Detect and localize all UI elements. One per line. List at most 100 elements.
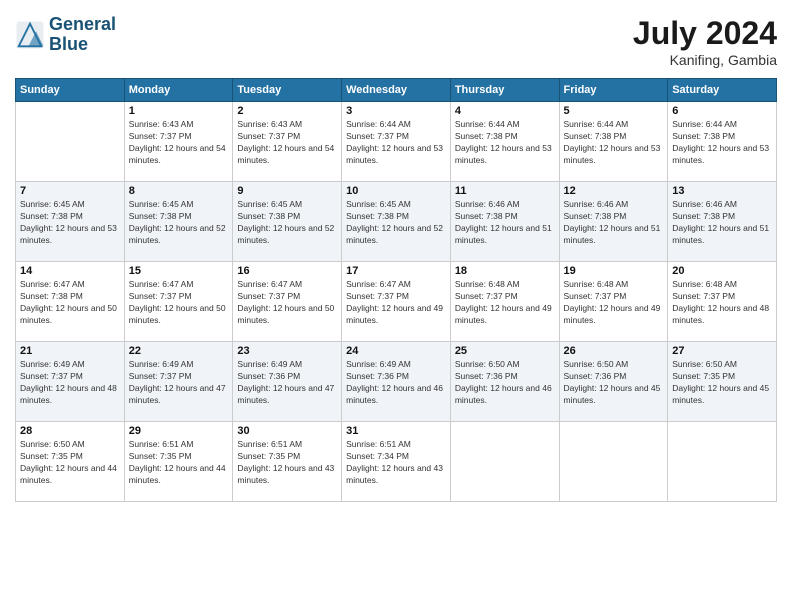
calendar-cell: 3 Sunrise: 6:44 AM Sunset: 7:37 PM Daylig… <box>342 102 451 182</box>
calendar-cell: 23 Sunrise: 6:49 AM Sunset: 7:36 PM Dayli… <box>233 342 342 422</box>
calendar-cell: 31 Sunrise: 6:51 AM Sunset: 7:34 PM Dayli… <box>342 422 451 502</box>
day-number: 6 <box>672 105 772 117</box>
day-number: 31 <box>346 425 446 437</box>
day-info: Sunrise: 6:51 AM Sunset: 7:35 PM Dayligh… <box>237 439 337 487</box>
day-number: 16 <box>237 265 337 277</box>
day-header-tuesday: Tuesday <box>233 79 342 102</box>
month-year: July 2024 <box>633 15 777 52</box>
day-number: 9 <box>237 185 337 197</box>
day-number: 1 <box>129 105 229 117</box>
day-info: Sunrise: 6:50 AM Sunset: 7:36 PM Dayligh… <box>455 359 555 407</box>
day-number: 21 <box>20 345 120 357</box>
day-info: Sunrise: 6:48 AM Sunset: 7:37 PM Dayligh… <box>564 279 664 327</box>
day-header-friday: Friday <box>559 79 668 102</box>
calendar-cell: 29 Sunrise: 6:51 AM Sunset: 7:35 PM Dayli… <box>124 422 233 502</box>
calendar-table: SundayMondayTuesdayWednesdayThursdayFrid… <box>15 78 777 502</box>
day-number: 2 <box>237 105 337 117</box>
calendar-cell <box>668 422 777 502</box>
calendar-cell: 21 Sunrise: 6:49 AM Sunset: 7:37 PM Dayli… <box>16 342 125 422</box>
day-header-sunday: Sunday <box>16 79 125 102</box>
calendar-cell: 1Sunrise: 6:43 AM Sunset: 7:37 PM Daylig… <box>124 102 233 182</box>
calendar-cell: 17Sunrise: 6:47 AM Sunset: 7:37 PM Dayli… <box>342 262 451 342</box>
logo-icon <box>15 20 45 50</box>
logo-line1: General <box>49 15 116 35</box>
week-row-1: 1 Sunrise: 6:43 AM Sunset: 7:37 PM Daylig… <box>16 102 777 182</box>
day-number: 20 <box>672 265 772 277</box>
day-info: Sunrise: 6:45 AM Sunset: 7:38 PM Dayligh… <box>237 199 337 247</box>
day-info: Sunrise: 6:49 AM Sunset: 7:37 PM Dayligh… <box>129 359 229 407</box>
day-number: 11 <box>455 185 555 197</box>
day-info: Sunrise: 6:51 AM Sunset: 7:35 PM Dayligh… <box>129 439 229 487</box>
day-number: 22 <box>129 345 229 357</box>
week-row-5: 28Sunrise: 6:50 AM Sunset: 7:35 PM Dayli… <box>16 422 777 502</box>
day-number: 4 <box>455 105 555 117</box>
day-number: 14 <box>20 265 120 277</box>
day-info: Sunrise: 6:44 AM Sunset: 7:38 PM Dayligh… <box>455 119 555 167</box>
day-info: Sunrise: 6:46 AM Sunset: 7:38 PM Dayligh… <box>564 199 664 247</box>
calendar-cell: 2 Sunrise: 6:43 AM Sunset: 7:37 PM Daylig… <box>233 102 342 182</box>
calendar-cell: 7 Sunrise: 6:45 AM Sunset: 7:38 PM Daylig… <box>16 182 125 262</box>
logo: General Blue <box>15 15 116 55</box>
header: General Blue July 2024 Kanifing, Gambia <box>15 15 777 68</box>
day-info: Sunrise: 6:44 AM Sunset: 7:38 PM Dayligh… <box>564 119 664 167</box>
day-info: Sunrise: 6:47 AM Sunset: 7:37 PM Dayligh… <box>129 279 229 327</box>
day-number: 18 <box>455 265 555 277</box>
week-row-3: 14 Sunrise: 6:47 AM Sunset: 7:38 PM Dayli… <box>16 262 777 342</box>
day-header-wednesday: Wednesday <box>342 79 451 102</box>
calendar-cell: 11 Sunrise: 6:46 AM Sunset: 7:38 PM Dayli… <box>450 182 559 262</box>
calendar-cell: 12 Sunrise: 6:46 AM Sunset: 7:38 PM Dayli… <box>559 182 668 262</box>
day-number: 8 <box>129 185 229 197</box>
day-header-monday: Monday <box>124 79 233 102</box>
calendar-cell: 20 Sunrise: 6:48 AM Sunset: 7:37 PM Dayli… <box>668 262 777 342</box>
calendar-cell: 15 Sunrise: 6:47 AM Sunset: 7:37 PM Dayli… <box>124 262 233 342</box>
day-number: 29 <box>129 425 229 437</box>
title-section: July 2024 Kanifing, Gambia <box>633 15 777 68</box>
day-number: 3 <box>346 105 446 117</box>
calendar-cell: 6Sunrise: 6:44 AM Sunset: 7:38 PM Daylig… <box>668 102 777 182</box>
location: Kanifing, Gambia <box>633 52 777 68</box>
calendar-cell: 16Sunrise: 6:47 AM Sunset: 7:37 PM Dayli… <box>233 262 342 342</box>
day-info: Sunrise: 6:49 AM Sunset: 7:36 PM Dayligh… <box>237 359 337 407</box>
day-number: 25 <box>455 345 555 357</box>
day-info: Sunrise: 6:44 AM Sunset: 7:37 PM Dayligh… <box>346 119 446 167</box>
day-number: 10 <box>346 185 446 197</box>
day-number: 23 <box>237 345 337 357</box>
day-info: Sunrise: 6:47 AM Sunset: 7:38 PM Dayligh… <box>20 279 120 327</box>
day-number: 19 <box>564 265 664 277</box>
calendar-cell: 30 Sunrise: 6:51 AM Sunset: 7:35 PM Dayli… <box>233 422 342 502</box>
calendar-cell: 13Sunrise: 6:46 AM Sunset: 7:38 PM Dayli… <box>668 182 777 262</box>
day-number: 5 <box>564 105 664 117</box>
logo-line2: Blue <box>49 35 116 55</box>
day-info: Sunrise: 6:46 AM Sunset: 7:38 PM Dayligh… <box>455 199 555 247</box>
day-info: Sunrise: 6:51 AM Sunset: 7:34 PM Dayligh… <box>346 439 446 487</box>
calendar-cell: 5 Sunrise: 6:44 AM Sunset: 7:38 PM Daylig… <box>559 102 668 182</box>
day-number: 7 <box>20 185 120 197</box>
calendar-cell: 10Sunrise: 6:45 AM Sunset: 7:38 PM Dayli… <box>342 182 451 262</box>
logo-text: General Blue <box>49 15 116 55</box>
day-number: 24 <box>346 345 446 357</box>
day-info: Sunrise: 6:48 AM Sunset: 7:37 PM Dayligh… <box>455 279 555 327</box>
day-info: Sunrise: 6:48 AM Sunset: 7:37 PM Dayligh… <box>672 279 772 327</box>
calendar-cell <box>559 422 668 502</box>
week-row-4: 21 Sunrise: 6:49 AM Sunset: 7:37 PM Dayli… <box>16 342 777 422</box>
calendar-cell: 8Sunrise: 6:45 AM Sunset: 7:38 PM Daylig… <box>124 182 233 262</box>
day-info: Sunrise: 6:50 AM Sunset: 7:35 PM Dayligh… <box>20 439 120 487</box>
calendar-cell: 24 Sunrise: 6:49 AM Sunset: 7:36 PM Dayli… <box>342 342 451 422</box>
day-info: Sunrise: 6:50 AM Sunset: 7:35 PM Dayligh… <box>672 359 772 407</box>
calendar-cell <box>16 102 125 182</box>
day-info: Sunrise: 6:49 AM Sunset: 7:36 PM Dayligh… <box>346 359 446 407</box>
calendar-cell: 27Sunrise: 6:50 AM Sunset: 7:35 PM Dayli… <box>668 342 777 422</box>
day-info: Sunrise: 6:49 AM Sunset: 7:37 PM Dayligh… <box>20 359 120 407</box>
calendar-cell: 19 Sunrise: 6:48 AM Sunset: 7:37 PM Dayli… <box>559 262 668 342</box>
day-number: 30 <box>237 425 337 437</box>
day-header-thursday: Thursday <box>450 79 559 102</box>
day-info: Sunrise: 6:45 AM Sunset: 7:38 PM Dayligh… <box>20 199 120 247</box>
day-number: 15 <box>129 265 229 277</box>
calendar-cell: 4 Sunrise: 6:44 AM Sunset: 7:38 PM Daylig… <box>450 102 559 182</box>
day-number: 12 <box>564 185 664 197</box>
calendar-cell: 18 Sunrise: 6:48 AM Sunset: 7:37 PM Dayli… <box>450 262 559 342</box>
day-info: Sunrise: 6:43 AM Sunset: 7:37 PM Dayligh… <box>237 119 337 167</box>
day-number: 26 <box>564 345 664 357</box>
calendar-cell: 28Sunrise: 6:50 AM Sunset: 7:35 PM Dayli… <box>16 422 125 502</box>
day-info: Sunrise: 6:47 AM Sunset: 7:37 PM Dayligh… <box>346 279 446 327</box>
